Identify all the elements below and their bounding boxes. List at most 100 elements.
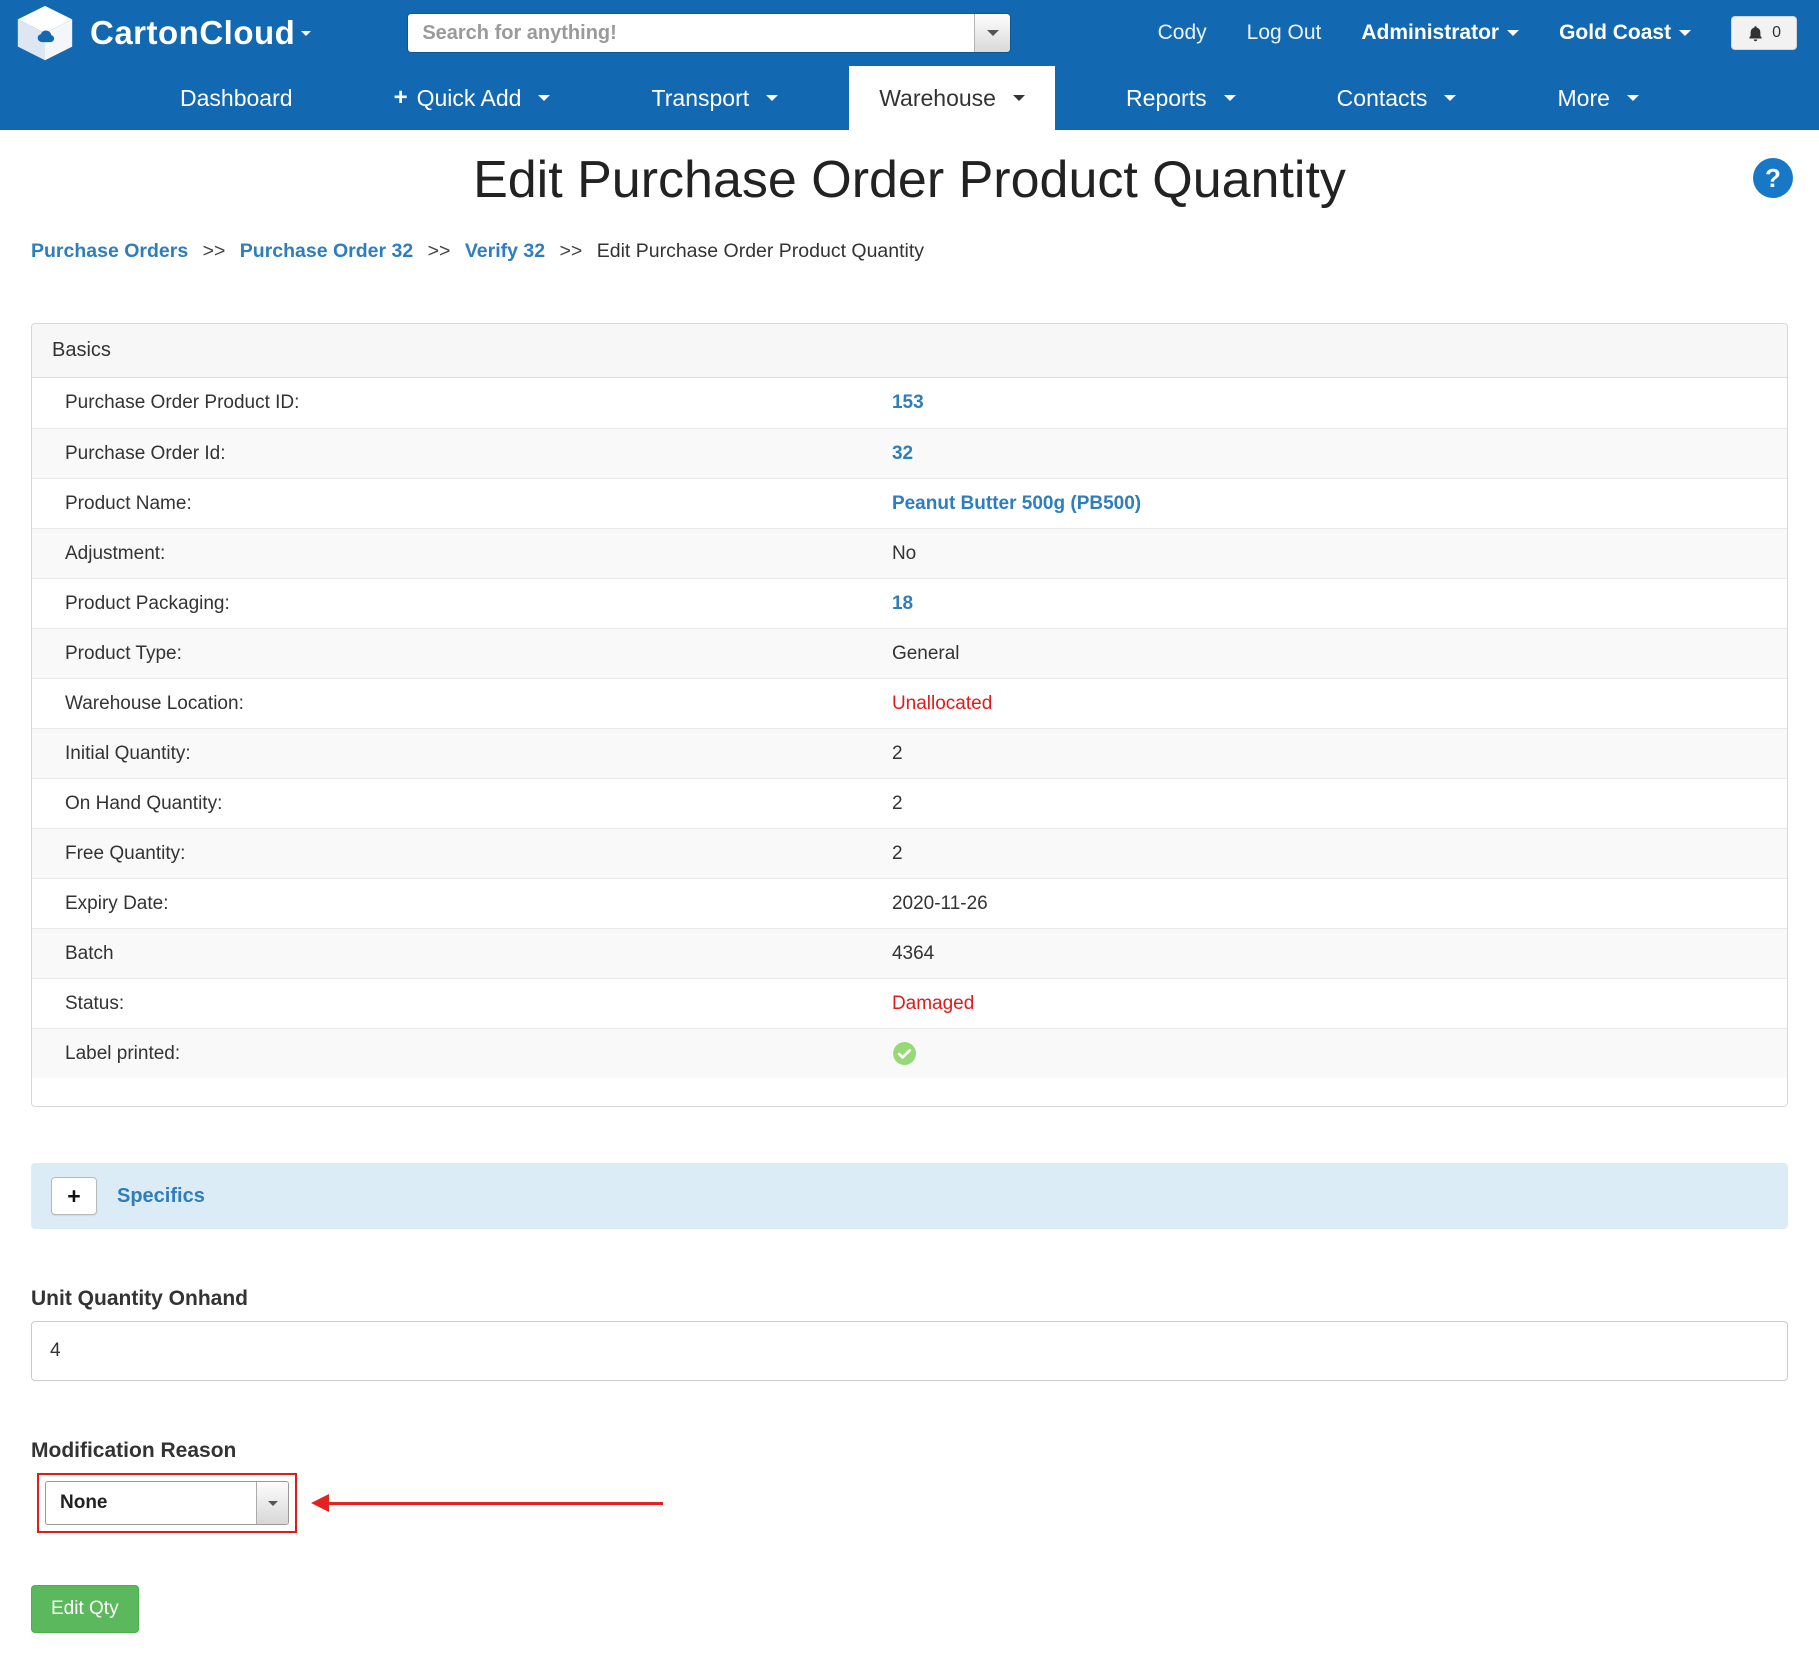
product-name-link[interactable]: Peanut Butter 500g (PB500) <box>892 493 1141 514</box>
basics-table: Purchase Order Product ID: 153 Purchase … <box>32 378 1787 1078</box>
row-label: Product Name: <box>65 492 192 514</box>
label-printed-value <box>892 1033 1787 1074</box>
nav-quick-add[interactable]: + Quick Add <box>364 66 581 130</box>
warehouse-location-value: Unallocated <box>891 692 993 714</box>
row-label-printed: Label printed: <box>32 1028 1787 1078</box>
product-packaging-link[interactable]: 18 <box>892 593 913 614</box>
initial-quantity-value: 2 <box>891 742 903 764</box>
bell-icon <box>1747 25 1764 42</box>
notification-count: 0 <box>1772 24 1781 41</box>
chevron-down-icon <box>1223 95 1236 101</box>
search-input[interactable] <box>408 14 975 52</box>
row-label: On Hand Quantity: <box>65 792 223 814</box>
row-purchase-order-id: Purchase Order Id: 32 <box>32 428 1787 478</box>
modification-reason-label: Modification Reason <box>31 1439 237 1462</box>
chevron-down-icon <box>986 30 999 36</box>
breadcrumb-link-purchase-orders[interactable]: Purchase Orders <box>31 240 188 262</box>
cartoncloud-logo-icon <box>16 4 74 62</box>
chevron-down-icon <box>267 1500 278 1506</box>
breadcrumb-separator: >> <box>427 240 451 262</box>
edit-quantity-form: Unit Quantity Onhand Modification Reason… <box>0 1287 1819 1675</box>
nav-label: Contacts <box>1336 84 1428 111</box>
chevron-down-icon <box>766 95 779 101</box>
global-search <box>407 13 1012 53</box>
row-purchase-order-product-id: Purchase Order Product ID: 153 <box>32 378 1787 428</box>
nav-transport[interactable]: Transport <box>622 66 809 130</box>
purchase-order-product-id-link[interactable]: 153 <box>892 392 924 413</box>
help-icon[interactable]: ? <box>1753 158 1793 198</box>
product-type-value: General <box>891 642 960 664</box>
row-label: Purchase Order Id: <box>65 442 226 464</box>
row-label: Initial Quantity: <box>65 742 191 764</box>
breadcrumb-link-purchase-order-32[interactable]: Purchase Order 32 <box>240 240 413 262</box>
row-batch: Batch 4364 <box>32 928 1787 978</box>
row-label: Label printed: <box>65 1042 181 1064</box>
specifics-title[interactable]: Specifics <box>117 1185 205 1208</box>
batch-value: 4364 <box>891 942 935 964</box>
search-scope-button[interactable] <box>974 14 1011 52</box>
title-area: Edit Purchase Order Product Quantity ? <box>0 130 1819 226</box>
nav-dashboard[interactable]: Dashboard <box>150 66 323 130</box>
row-product-packaging: Product Packaging: 18 <box>32 578 1787 628</box>
check-circle-icon <box>892 1041 917 1066</box>
role-menu[interactable]: Administrator <box>1361 21 1520 45</box>
row-label: Batch <box>65 942 114 964</box>
chevron-down-icon <box>538 95 551 101</box>
row-label: Purchase Order Product ID: <box>65 392 300 413</box>
chevron-down-icon <box>1012 95 1025 101</box>
free-quantity-value: 2 <box>891 842 903 864</box>
nav-contacts[interactable]: Contacts <box>1307 66 1487 130</box>
row-free-quantity: Free Quantity: 2 <box>32 828 1787 878</box>
breadcrumb-link-verify-32[interactable]: Verify 32 <box>465 240 545 262</box>
brand-menu[interactable]: CartonCloud <box>16 4 312 62</box>
basics-panel-header: Basics <box>32 324 1787 378</box>
edit-qty-button[interactable]: Edit Qty <box>31 1585 139 1633</box>
top-header: CartonCloud Cody Log Out Administrator G… <box>0 0 1819 66</box>
nav-label: Transport <box>651 84 750 111</box>
logout-link[interactable]: Log Out <box>1247 21 1322 45</box>
row-expiry-date: Expiry Date: 2020-11-26 <box>32 878 1787 928</box>
chevron-down-icon <box>301 30 312 36</box>
unit-quantity-label: Unit Quantity Onhand <box>31 1287 248 1310</box>
nav-label: More <box>1557 84 1610 111</box>
role-label: Administrator <box>1361 21 1500 44</box>
chevron-down-icon <box>1626 95 1639 101</box>
row-adjustment: Adjustment: No <box>32 528 1787 578</box>
row-label: Status: <box>65 992 125 1014</box>
page-title: Edit Purchase Order Product Quantity <box>473 151 1346 209</box>
breadcrumb-current: Edit Purchase Order Product Quantity <box>596 240 925 262</box>
status-value: Damaged <box>891 992 975 1014</box>
header-links: Cody Log Out Administrator Gold Coast 0 <box>1158 16 1803 50</box>
nav-label: Quick Add <box>416 84 522 111</box>
nav-more[interactable]: More <box>1528 66 1669 130</box>
row-label: Product Packaging: <box>65 592 230 614</box>
annotation-highlight-box: None <box>37 1473 297 1533</box>
nav-warehouse[interactable]: Warehouse <box>849 66 1055 130</box>
purchase-order-id-link[interactable]: 32 <box>892 443 913 464</box>
on-hand-quantity-value: 2 <box>891 792 903 814</box>
notifications-button[interactable]: 0 <box>1731 16 1797 50</box>
row-label: Expiry Date: <box>65 892 169 914</box>
row-label: Product Type: <box>65 642 182 664</box>
main-nav: Dashboard + Quick Add Transport Warehous… <box>0 66 1819 130</box>
tenant-menu[interactable]: Gold Coast <box>1559 21 1692 45</box>
specifics-panel: + Specifics <box>31 1163 1788 1229</box>
nav-label: Warehouse <box>879 84 996 111</box>
unit-quantity-input[interactable] <box>31 1321 1788 1381</box>
modification-reason-row: None <box>37 1473 1819 1533</box>
row-product-name: Product Name: Peanut Butter 500g (PB500) <box>32 478 1787 528</box>
tenant-label: Gold Coast <box>1559 21 1672 44</box>
basics-panel: Basics Purchase Order Product ID: 153 Pu… <box>31 323 1788 1107</box>
plus-icon: + <box>393 84 408 111</box>
modification-reason-select[interactable]: None <box>45 1481 289 1525</box>
adjustment-value: No <box>891 542 917 564</box>
expand-specifics-button[interactable]: + <box>51 1177 97 1215</box>
nav-reports[interactable]: Reports <box>1096 66 1266 130</box>
chevron-down-icon <box>1507 30 1520 37</box>
user-link[interactable]: Cody <box>1158 21 1207 45</box>
row-product-type: Product Type: General <box>32 628 1787 678</box>
row-warehouse-location: Warehouse Location: Unallocated <box>32 678 1787 728</box>
row-label: Free Quantity: <box>65 842 186 864</box>
select-dropdown-button[interactable] <box>256 1482 288 1524</box>
row-on-hand-quantity: On Hand Quantity: 2 <box>32 778 1787 828</box>
